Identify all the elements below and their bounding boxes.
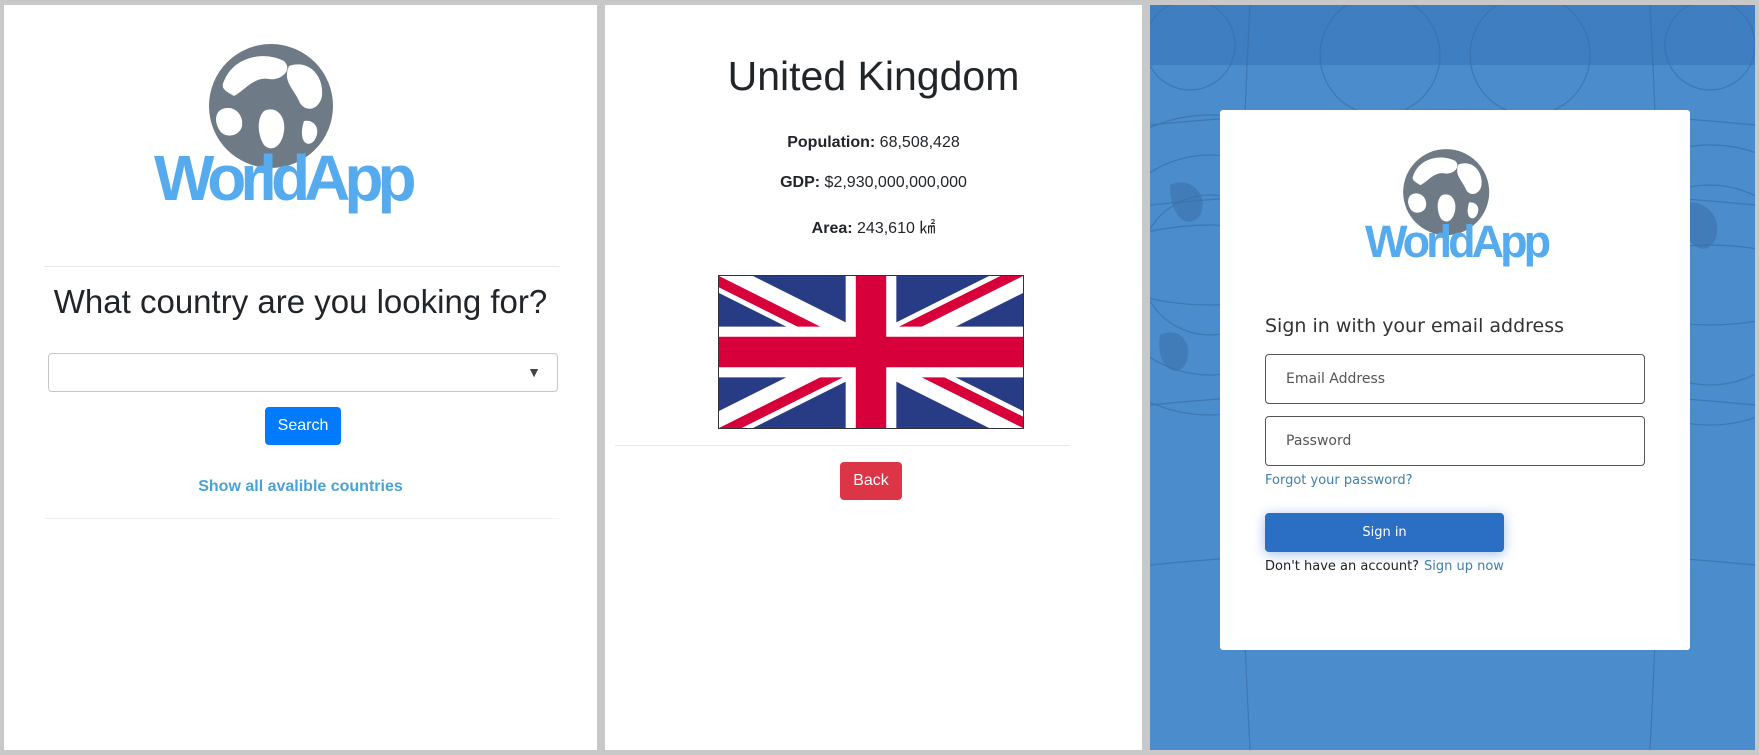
search-button[interactable]: Search [265,407,341,445]
divider [44,266,559,267]
stat-label: Population: [787,134,876,151]
signin-heading: Sign in with your email address [1265,315,1565,337]
forgot-password-link[interactable]: Forgot your password? [1265,473,1413,488]
country-select[interactable]: ▼ [48,353,558,392]
divider-bottom [44,518,559,519]
stat-population: Population: 68,508,428 [605,134,1142,152]
signin-button[interactable]: Sign in [1265,513,1504,552]
logo-text: WorldApp [154,142,417,214]
search-heading: What country are you looking for? [53,283,548,320]
signup-link[interactable]: Sign up now [1424,559,1504,574]
password-field[interactable] [1265,416,1645,466]
divider [615,445,1070,446]
union-jack-flag [712,262,1030,442]
stat-area: Area: 243,610 ㎢ [605,214,1142,238]
show-all-countries-link: Show all avalible countries [4,478,597,496]
stat-value: $2,930,000,000,000 [824,174,967,191]
logo-text: WorldApp [1365,216,1551,267]
worldapp-logo: WorldApp [1365,146,1551,267]
no-account-text: Don't have an account? [1265,559,1420,574]
login-card: WorldApp Sign in with your email address… [1220,110,1690,650]
back-button[interactable]: Back [840,462,902,500]
email-field[interactable] [1265,354,1645,404]
show-all-countries-text[interactable]: Show all avalible countries [198,478,403,495]
stat-value: 68,508,428 [879,134,960,151]
chevron-down-icon: ▼ [527,364,541,380]
flag-icon [712,262,1030,442]
stat-gdp: GDP: $2,930,000,000,000 [605,174,1142,192]
country-panel: United Kingdom Population: 68,508,428 GD… [605,5,1142,750]
stat-label: Area: [811,220,853,237]
search-panel: WorldApp What country are you looking fo… [4,5,597,750]
login-panel: WorldApp Sign in with your email address… [1150,5,1755,750]
worldapp-logo: WorldApp [154,41,417,214]
stat-value: 243,610 ㎢ [857,220,936,237]
country-title: United Kingdom [727,53,1020,99]
stat-label: GDP: [780,174,821,191]
